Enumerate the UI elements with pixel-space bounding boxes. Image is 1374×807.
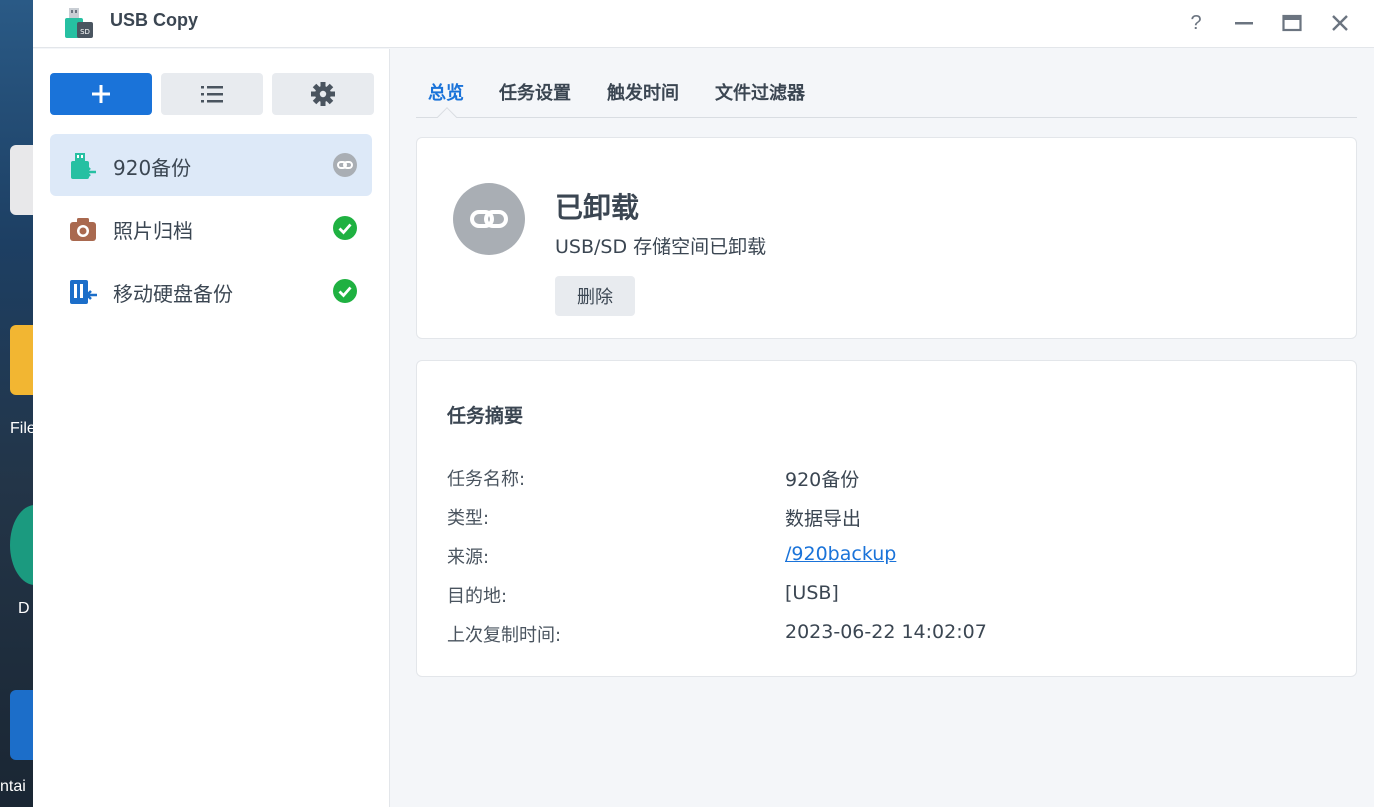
tab-trigger-time[interactable]: 触发时间 <box>607 79 679 105</box>
maximize-button[interactable] <box>1279 10 1305 36</box>
settings-button[interactable] <box>272 73 374 115</box>
check-icon <box>333 279 357 303</box>
summary-value: 数据导出 <box>785 508 862 530</box>
close-icon <box>1332 15 1348 31</box>
create-task-button[interactable] <box>50 73 152 115</box>
desktop-label: D <box>18 600 30 617</box>
task-sidebar: 920备份 照片归档 移动硬盘备份 <box>33 49 390 807</box>
summary-title: 任务摘要 <box>447 405 524 427</box>
status-title: 已卸载 <box>555 191 640 224</box>
task-item-920-backup[interactable]: 920备份 <box>50 134 372 196</box>
list-icon <box>201 86 223 103</box>
source-path-link[interactable]: /920backup <box>785 543 896 565</box>
desktop-label: ntai <box>0 778 26 795</box>
summary-value: [USB] <box>785 582 839 604</box>
usb-copy-window: SD USB Copy ? 920备份 照片归档 移动硬盘备份 总览 任务设置 … <box>33 0 1374 807</box>
desktop-app-icon[interactable] <box>10 145 34 215</box>
tab-bar: 总览 任务设置 触发时间 文件过滤器 <box>416 77 1357 127</box>
help-button[interactable]: ? <box>1183 10 1209 36</box>
tab-task-settings[interactable]: 任务设置 <box>499 79 571 105</box>
title-bar[interactable]: SD USB Copy ? <box>33 0 1374 48</box>
active-tab-indicator <box>437 107 457 127</box>
minimize-icon <box>1235 22 1253 25</box>
summary-key: 目的地: <box>447 586 508 607</box>
summary-key: 上次复制时间: <box>447 625 562 646</box>
check-icon <box>333 216 357 240</box>
maximize-icon <box>1282 14 1302 32</box>
task-label: 移动硬盘备份 <box>113 282 233 306</box>
unmounted-icon <box>333 153 357 177</box>
summary-value: 920备份 <box>785 469 860 491</box>
folder-icon[interactable] <box>10 325 34 395</box>
summary-value: 2023-06-22 14:02:07 <box>785 621 987 643</box>
summary-key: 任务名称: <box>447 469 526 490</box>
delete-button[interactable]: 删除 <box>555 276 635 316</box>
summary-card: 任务摘要 任务名称: 920备份 类型: 数据导出 来源: /920backup… <box>416 360 1357 677</box>
desktop-app-icon[interactable] <box>10 690 34 760</box>
unmounted-status-icon <box>453 183 525 255</box>
task-list-button[interactable] <box>161 73 263 115</box>
summary-row-task-name: 任务名称: 920备份 <box>447 465 1327 491</box>
task-label: 照片归档 <box>113 219 193 243</box>
minimize-button[interactable] <box>1231 10 1257 36</box>
summary-row-destination: 目的地: [USB] <box>447 582 1327 608</box>
summary-key: 类型: <box>447 508 490 529</box>
plus-icon <box>92 85 110 103</box>
desktop-label: File <box>10 420 34 437</box>
camera-icon <box>70 218 96 241</box>
drive-import-icon <box>70 280 97 304</box>
gear-icon <box>311 82 335 106</box>
usb-copy-app-icon: SD <box>65 8 93 38</box>
tab-overview[interactable]: 总览 <box>428 79 464 105</box>
summary-row-source: 来源: /920backup <box>447 543 1327 569</box>
summary-row-last-copy-time: 上次复制时间: 2023-06-22 14:02:07 <box>447 621 1327 647</box>
desktop-background: File D ntai <box>0 0 34 807</box>
window-title: USB Copy <box>110 10 199 30</box>
link-icon <box>470 210 508 228</box>
summary-row-type: 类型: 数据导出 <box>447 504 1327 530</box>
desktop-app-icon[interactable] <box>10 505 34 585</box>
task-item-external-drive-backup[interactable]: 移动硬盘备份 <box>50 260 372 322</box>
status-card: 已卸载 USB/SD 存储空间已卸载 删除 <box>416 137 1357 339</box>
usb-export-icon <box>71 153 96 179</box>
close-button[interactable] <box>1327 10 1353 36</box>
task-item-photo-archive[interactable]: 照片归档 <box>50 197 372 259</box>
tab-file-filter[interactable]: 文件过滤器 <box>715 79 805 105</box>
main-panel: 总览 任务设置 触发时间 文件过滤器 已卸载 USB/SD 存储空间已卸载 删除… <box>391 49 1374 807</box>
status-subtitle: USB/SD 存储空间已卸载 <box>555 236 767 258</box>
task-label: 920备份 <box>113 156 192 180</box>
svg-text:SD: SD <box>80 28 90 36</box>
summary-key: 来源: <box>447 547 490 568</box>
